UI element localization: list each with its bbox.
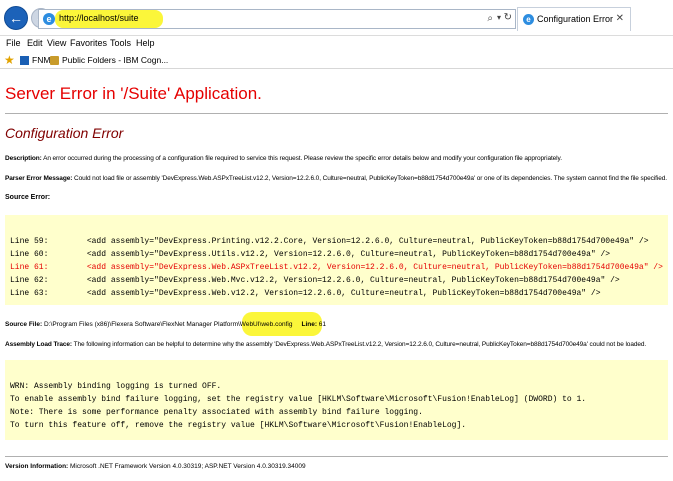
menu-view[interactable]: View	[47, 38, 66, 48]
trace-text: The following information can be helpful…	[72, 341, 647, 348]
folder-icon	[50, 55, 59, 65]
search-icon[interactable]: ⌕	[487, 13, 493, 24]
favorites-bar: ★ FNMS Public Folders - IBM Cogn...	[0, 52, 673, 69]
menu-tools[interactable]: Tools	[110, 38, 131, 48]
chevron-down-icon[interactable]: ▾	[497, 13, 501, 22]
back-arrow-icon: ←	[9, 10, 23, 26]
url-text[interactable]: http://localhost/suite	[59, 13, 139, 23]
divider	[5, 456, 668, 457]
refresh-icon[interactable]: ↻	[504, 12, 512, 23]
trace-code-block: WRN: Assembly binding logging is turned …	[5, 360, 668, 440]
trace-line: WRN: Assembly binding logging is turned …	[10, 382, 222, 391]
page-title: Server Error in '/Suite' Application.	[5, 84, 262, 103]
ie-page-icon: e	[43, 13, 55, 25]
description: Description: An error occurred during th…	[5, 155, 562, 162]
close-icon[interactable]: ✕	[616, 13, 624, 24]
assembly-load-trace: Assembly Load Trace: The following infor…	[5, 341, 646, 348]
source-error-label: Source Error:	[5, 194, 51, 201]
description-text: An error occurred during the processing …	[41, 155, 562, 162]
page-content: Server Error in '/Suite' Application. Co…	[0, 70, 673, 481]
menu-edit[interactable]: Edit	[27, 38, 43, 48]
favorite-public-folders[interactable]: Public Folders - IBM Cogn...	[50, 55, 168, 65]
code-line-61-error: Line 61: <add assembly="DevExpress.Web.A…	[10, 263, 663, 272]
description-label: Description:	[5, 155, 42, 162]
favorite-label: Public Folders - IBM Cogn...	[62, 55, 169, 65]
code-line-60: Line 60: <add assembly="DevExpress.Utils…	[10, 250, 611, 259]
trace-line: To turn this feature off, remove the reg…	[10, 421, 467, 430]
error-subtitle: Configuration Error	[5, 125, 124, 141]
code-line-63: Line 63: <add assembly="DevExpress.Web.v…	[10, 289, 601, 298]
line-label: Line:	[301, 321, 317, 328]
menu-favorites[interactable]: Favorites	[70, 38, 107, 48]
back-button[interactable]: ←	[4, 6, 28, 30]
trace-line: Note: There is some performance penalty …	[10, 408, 423, 417]
line-value: 61	[317, 321, 327, 328]
parser-error-text: Could not load file or assembly 'DevExpr…	[72, 175, 667, 182]
browser-titlebar: ← → e http://localhost/suite ⌕ ▾ ↻ e Con…	[0, 0, 673, 36]
menu-help[interactable]: Help	[136, 38, 155, 48]
tab-configuration-error[interactable]: e Configuration Error ✕	[517, 7, 631, 31]
source-error-code-block: Line 59: <add assembly="DevExpress.Print…	[5, 215, 668, 305]
fnms-icon	[20, 55, 29, 65]
code-line-62: Line 62: <add assembly="DevExpress.Web.M…	[10, 276, 620, 285]
trace-line: To enable assembly bind failure logging,…	[10, 395, 587, 404]
tab-title: Configuration Error	[537, 14, 614, 24]
menu-file[interactable]: File	[6, 38, 21, 48]
version-information: Version Information: Microsoft .NET Fram…	[5, 463, 306, 470]
parser-error-label: Parser Error Message:	[5, 175, 73, 182]
parser-error-message: Parser Error Message: Could not load fil…	[5, 175, 667, 182]
source-file-path: D:\Program Files (x86)\Flexera Software\…	[42, 321, 293, 328]
code-line-59: Line 59: <add assembly="DevExpress.Print…	[10, 237, 649, 246]
source-file-label: Source File:	[5, 321, 43, 328]
menu-bar: File Edit View Favorites Tools Help	[0, 36, 673, 52]
source-file: Source File: D:\Program Files (x86)\Flex…	[5, 321, 326, 328]
version-label: Version Information:	[5, 463, 69, 470]
ie-tab-icon: e	[523, 14, 534, 25]
divider	[5, 113, 668, 114]
address-bar[interactable]: e http://localhost/suite ⌕ ▾ ↻	[38, 9, 516, 29]
version-text: Microsoft .NET Framework Version 4.0.303…	[68, 463, 306, 470]
favorites-star-icon[interactable]: ★	[4, 53, 15, 67]
trace-label: Assembly Load Trace:	[5, 341, 72, 348]
